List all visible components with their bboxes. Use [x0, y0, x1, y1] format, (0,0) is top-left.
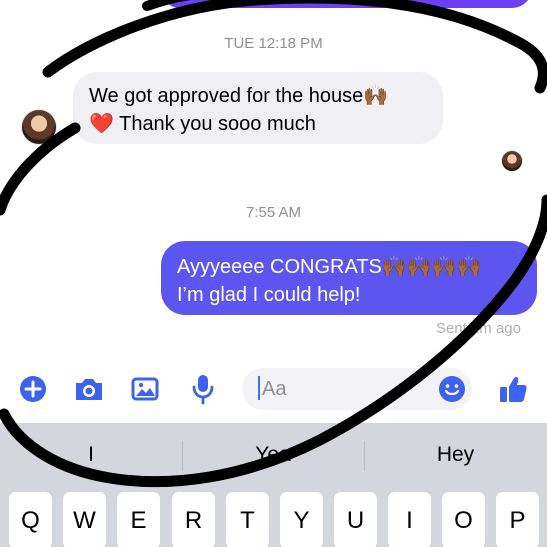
photo-icon[interactable]: [128, 372, 162, 406]
key-e[interactable]: E: [117, 492, 160, 547]
thumbs-up-icon[interactable]: [496, 372, 530, 406]
microphone-icon[interactable]: [186, 372, 220, 406]
sender-avatar[interactable]: [21, 109, 57, 145]
keyboard-suggestions-bar: I Yea Hey: [0, 423, 547, 487]
incoming-message-line-1: We got approved for the house🙌🏾: [89, 85, 389, 107]
text-cursor: [258, 375, 260, 400]
message-input-placeholder: Aa: [262, 378, 287, 400]
key-o[interactable]: O: [442, 492, 485, 547]
suggestion-3[interactable]: Hey: [364, 423, 547, 487]
sent-status: Sent 2m ago: [435, 320, 521, 337]
outgoing-message-bubble[interactable]: Ayyyeeee CONGRATS🙌🏾🙌🏾🙌🏾🙌🏾 I’m glad I cou…: [161, 241, 537, 315]
key-u[interactable]: U: [334, 492, 377, 547]
plus-icon[interactable]: [16, 372, 50, 406]
incoming-message-bubble[interactable]: We got approved for the house🙌🏾 ❤️ Thank…: [73, 72, 443, 144]
emoji-icon[interactable]: [435, 372, 469, 406]
timestamp-morning: 7:55 AM: [245, 204, 302, 221]
incoming-message-line-2: ❤️ Thank you sooo much: [89, 113, 316, 135]
key-r[interactable]: R: [172, 492, 215, 547]
outgoing-message-line-1: Ayyyeeee CONGRATS🙌🏾🙌🏾🙌🏾🙌🏾: [177, 256, 482, 278]
previous-message-bubble: [160, 0, 532, 8]
key-w[interactable]: W: [63, 492, 106, 547]
camera-icon[interactable]: [72, 372, 106, 406]
key-q[interactable]: Q: [9, 492, 52, 547]
key-p[interactable]: P: [496, 492, 539, 547]
messenger-chat-screen: TUE 12:18 PM We got approved for the hou…: [0, 0, 547, 547]
key-t[interactable]: T: [226, 492, 269, 547]
timestamp-tue: TUE 12:18 PM: [224, 35, 323, 52]
keyboard: I Yea Hey Q W E R T Y U I O P: [0, 423, 547, 547]
outgoing-message-line-2: I’m glad I could help!: [177, 284, 361, 306]
key-i[interactable]: I: [388, 492, 431, 547]
seen-avatar: [501, 150, 523, 172]
suggestion-2[interactable]: Yea: [182, 423, 364, 487]
suggestion-1[interactable]: I: [0, 423, 182, 487]
key-y[interactable]: Y: [280, 492, 323, 547]
